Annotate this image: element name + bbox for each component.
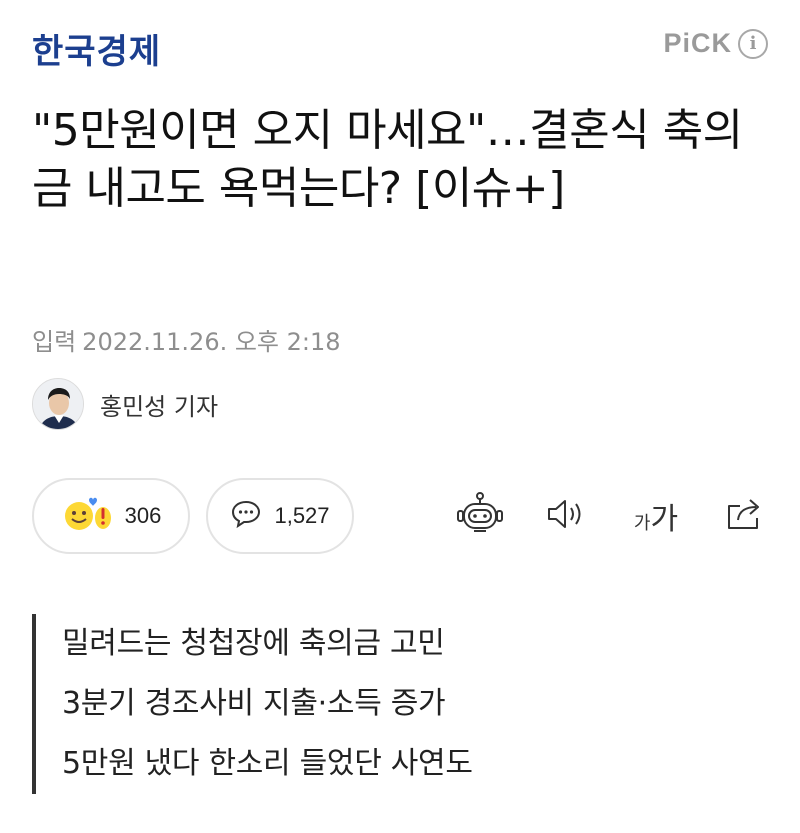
summary-bot-button[interactable] bbox=[452, 492, 508, 540]
summary-line: 밀려드는 청첩장에 축의금 고민 bbox=[62, 626, 445, 661]
info-icon[interactable]: i bbox=[738, 28, 768, 59]
pick-label[interactable]: PiCK bbox=[663, 28, 732, 59]
speaker-icon bbox=[545, 497, 587, 535]
share-icon bbox=[724, 496, 764, 536]
robot-summary-icon bbox=[455, 491, 505, 541]
reporter-avatar[interactable] bbox=[32, 378, 84, 430]
summary-line: 3분기 경조사비 지출·소득 증가 bbox=[62, 686, 446, 721]
font-big-label: 가 bbox=[650, 502, 679, 537]
reaction-count: 306 bbox=[124, 503, 162, 528]
share-button[interactable] bbox=[720, 492, 768, 540]
reaction-emoji-icon bbox=[61, 494, 113, 538]
reporter-info[interactable]: 홍민성 기자 bbox=[32, 378, 218, 430]
comment-button[interactable]: 1,527 bbox=[206, 478, 354, 554]
date-label: 입력 bbox=[32, 328, 77, 356]
article-headline: "5만원이면 오지 마세요"…결혼식 축의금 내고도 욕먹는다? [이슈+] bbox=[32, 105, 743, 214]
reaction-button[interactable]: 306 bbox=[32, 478, 190, 554]
font-size-icon: 가가 bbox=[634, 494, 678, 538]
summary-line: 5만원 냈다 한소리 들었단 사연도 bbox=[62, 746, 473, 781]
reporter-name[interactable]: 홍민성 기자 bbox=[100, 387, 218, 422]
press-logo[interactable]: 한국경제 bbox=[32, 24, 161, 73]
article-summary: 밀려드는 청첩장에 축의금 고민 3분기 경조사비 지출·소득 증가 5만원 냈… bbox=[32, 614, 473, 794]
comment-bubble-icon bbox=[230, 499, 262, 533]
font-size-button[interactable]: 가가 bbox=[626, 492, 686, 540]
article-action-bar: 306 1,527 가가 bbox=[32, 478, 772, 554]
pick-badge[interactable]: PiCK i bbox=[663, 28, 768, 59]
top-bar: 한국경제 PiCK i bbox=[0, 0, 800, 90]
comment-count: 1,527 bbox=[274, 503, 330, 528]
font-small-label: 가 bbox=[633, 513, 651, 534]
date-value: 2022.11.26. 오후 2:18 bbox=[82, 328, 341, 356]
article-dateline: 입력 2022.11.26. 오후 2:18 bbox=[32, 322, 347, 357]
listen-button[interactable] bbox=[542, 492, 590, 540]
